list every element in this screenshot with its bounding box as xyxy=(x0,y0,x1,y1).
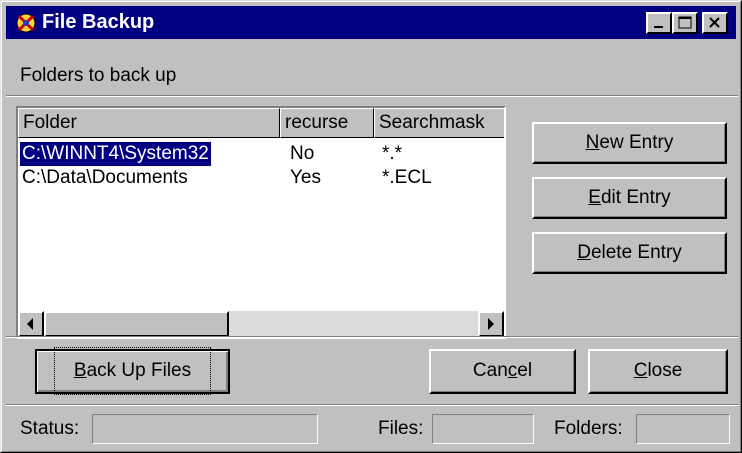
column-header-recurse[interactable]: recurse xyxy=(280,108,374,138)
scroll-left-button[interactable] xyxy=(18,311,44,337)
back-up-files-button[interactable]: Back Up Files xyxy=(35,347,230,395)
row-recurse: No xyxy=(290,143,315,164)
delete-entry-button[interactable]: Delete Entry xyxy=(532,232,727,274)
title-bar[interactable]: File Backup xyxy=(6,6,736,39)
cancel-label-pre: Can xyxy=(472,360,508,381)
close-button[interactable]: Close xyxy=(588,349,728,394)
folders-listview[interactable]: Folder recurse Searchmask C:\WINNT4\Syst… xyxy=(16,106,506,339)
row-searchmask: *.ECL xyxy=(382,167,432,188)
files-label: Files: xyxy=(378,418,424,439)
back-up-label: ack Up Files xyxy=(86,360,192,381)
divider-middle xyxy=(6,336,738,338)
files-field xyxy=(432,414,534,444)
divider-bottom xyxy=(6,404,738,406)
row-folder[interactable]: C:\WINNT4\System32 xyxy=(19,141,212,167)
close-mnemonic: C xyxy=(633,360,648,381)
maximize-button[interactable] xyxy=(672,12,698,34)
status-field xyxy=(92,414,318,444)
window-title: File Backup xyxy=(42,11,155,33)
close-window-button[interactable] xyxy=(702,12,728,34)
cancel-button[interactable]: Cancel xyxy=(429,349,576,394)
back-up-mnemonic: B xyxy=(73,360,87,381)
row-folder[interactable]: C:\Data\Documents xyxy=(22,166,188,190)
file-backup-window: File Backup Folders to back up Folder re… xyxy=(0,0,742,453)
row-searchmask: *.* xyxy=(382,143,403,164)
app-icon xyxy=(16,13,36,33)
row-recurse: Yes xyxy=(290,167,321,188)
folders-field xyxy=(636,414,730,444)
minimize-icon xyxy=(654,26,663,28)
scroll-right-button[interactable] xyxy=(478,311,504,337)
new-entry-label: ew Entry xyxy=(599,132,674,153)
column-header-folder[interactable]: Folder xyxy=(18,108,280,138)
close-icon xyxy=(709,17,720,28)
divider-top xyxy=(6,95,738,97)
minimize-button[interactable] xyxy=(646,12,672,34)
cancel-label-rest: el xyxy=(517,360,533,381)
maximize-icon xyxy=(678,16,692,29)
folders-label: Folders: xyxy=(554,418,623,439)
delete-entry-mnemonic: D xyxy=(577,242,591,263)
scroll-thumb[interactable] xyxy=(44,311,229,337)
new-entry-mnemonic: N xyxy=(585,132,600,153)
section-label: Folders to back up xyxy=(20,65,177,86)
edit-entry-label: dit Entry xyxy=(600,187,671,208)
column-header-searchmask[interactable]: Searchmask xyxy=(374,108,504,138)
scroll-left-icon xyxy=(27,318,33,330)
cancel-mnemonic: c xyxy=(507,360,518,381)
scroll-right-icon xyxy=(488,318,494,330)
new-entry-button[interactable]: New Entry xyxy=(532,122,727,164)
horizontal-scrollbar[interactable] xyxy=(18,311,504,337)
edit-entry-button[interactable]: Edit Entry xyxy=(532,177,727,219)
delete-entry-label: elete Entry xyxy=(590,242,682,263)
status-label: Status: xyxy=(20,418,80,439)
close-label: lose xyxy=(647,360,683,381)
edit-entry-mnemonic: E xyxy=(588,187,601,208)
